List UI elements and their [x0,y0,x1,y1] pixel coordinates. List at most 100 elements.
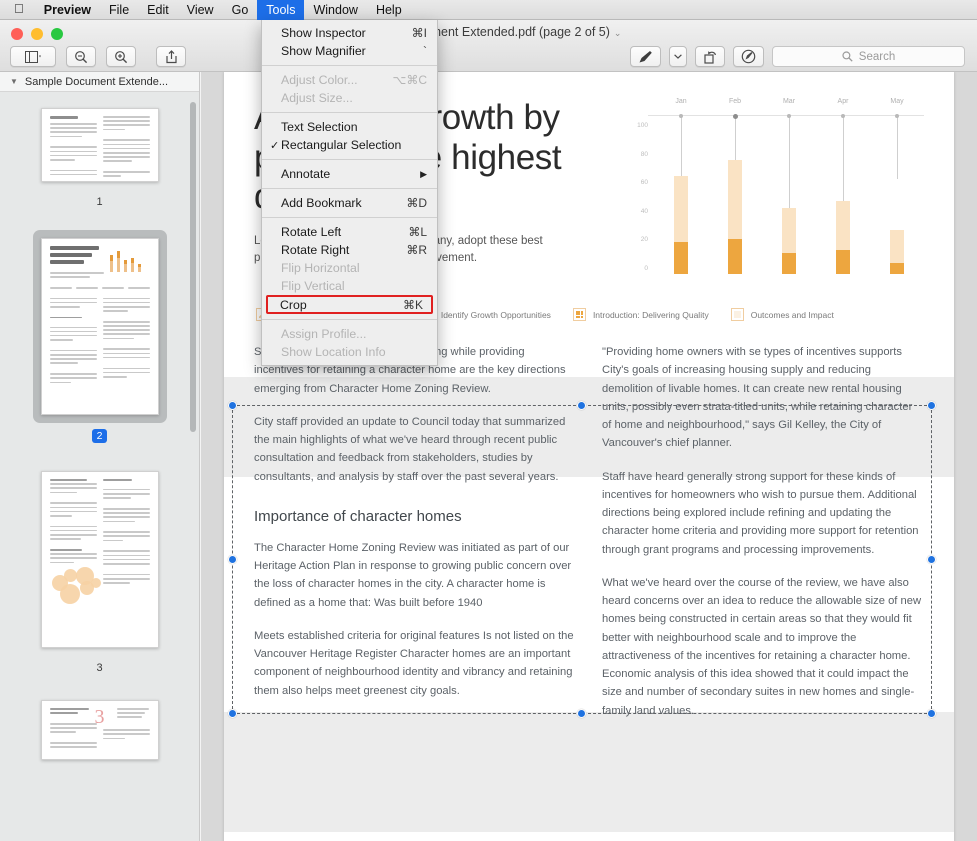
chart-bar-mar [762,114,816,274]
chart-stem-dot [732,113,738,119]
rectangular-selection-marquee[interactable] [228,401,936,718]
disclosure-triangle-icon[interactable]: ▼ [10,77,18,86]
menu-item-adjust-size: Adjust Size... [262,89,437,107]
chart-stem-dot [895,114,899,118]
menu-separator [262,319,437,320]
bar-chart: Jan Feb Mar Apr May 100 80 60 40 20 0 [624,98,924,278]
menu-item-tools[interactable]: Tools [257,0,305,20]
page-number-label: 1 [96,196,103,208]
menu-item-shortcut: ⌘I [411,26,427,40]
selection-handle-middle-left[interactable] [228,554,237,564]
chart-bar-may [870,114,924,274]
chart-bar-apr [816,114,870,274]
share-button[interactable] [156,46,186,67]
menu-item-show-inspector[interactable]: Show Inspector ⌘I [262,24,437,42]
menu-item-window[interactable]: Window [304,0,366,20]
thumbnail-item-1[interactable]: 1 [0,100,199,208]
section-chip-introduction[interactable]: Introduction: Delivering Quality [572,308,709,321]
page-number-label: 2 [91,429,108,443]
section-chip-outcomes[interactable]: Outcomes and Impact [730,308,834,321]
page-thumbnail-3[interactable] [40,471,159,648]
menu-item-label: Adjust Color... [281,73,358,87]
menu-item-label: Adjust Size... [281,91,353,105]
section-chip-label: Introduction: Delivering Quality [592,309,709,320]
chart-bar-fill [728,239,742,274]
menu-item-label: Flip Vertical [281,279,345,293]
chart-bar-fill [782,253,796,274]
chart-bar-fill [890,262,904,274]
section-chip-label: Outcomes and Impact [750,309,834,320]
menu-item-shortcut: ` [423,44,427,58]
menu-item-rectangular-selection[interactable]: ✓ Rectangular Selection [262,136,437,154]
selection-handle-top-right[interactable] [927,401,936,410]
x-tick-may: May [890,98,904,105]
thumbnail-bubble-chart [50,567,101,605]
chart-bar [890,229,904,274]
thumbnail-item-4[interactable]: 3 [0,692,199,768]
x-tick-apr: Apr [837,98,849,105]
page-thumbnail-2[interactable] [40,238,159,415]
search-icon [842,51,853,62]
selection-handle-bottom-left[interactable] [228,709,237,718]
apple-logo-icon[interactable]:  [0,2,35,15]
page-thumbnail-4[interactable]: 3 [40,700,159,760]
zoom-in-button[interactable] [106,46,136,67]
markup-button[interactable] [630,46,661,67]
sidebar-view-button[interactable] [10,46,56,67]
selection-handle-middle-right[interactable] [927,554,936,564]
thumbnail-selection-highlight [32,230,167,423]
chevron-down-icon[interactable]: ⌄ [614,28,622,38]
sidebar-scrollbar[interactable] [190,102,196,432]
chart-stem-dot [787,114,791,118]
thumbnail-list: 1 2 3 3 [0,92,199,768]
selection-handle-top-center[interactable] [577,401,586,410]
selection-handle-top-left[interactable] [228,401,237,410]
chart-bar [728,160,742,274]
menu-separator [262,159,437,160]
menu-item-file[interactable]: File [100,0,138,20]
toolbar-left-group [10,46,186,67]
chart-bar [674,176,688,274]
selection-handle-bottom-right[interactable] [927,709,936,718]
rotate-button[interactable] [695,46,725,67]
chart-plot-area [654,113,924,274]
menu-separator [262,112,437,113]
selection-handle-bottom-center[interactable] [577,709,586,718]
menu-separator [262,217,437,218]
menu-item-show-magnifier[interactable]: Show Magnifier ` [262,42,437,60]
x-tick-feb: Feb [728,98,742,105]
tools-dropdown-menu[interactable]: Show Inspector ⌘I Show Magnifier ` Adjust Co… [261,20,438,366]
search-input[interactable]: Search [772,46,965,67]
zoom-out-button[interactable] [66,46,96,67]
magnifier-minus-icon [75,50,88,63]
annotate-circle-icon [741,49,756,64]
four-square-grid-icon [572,308,586,321]
menu-item-edit[interactable]: Edit [138,0,178,20]
markup-dropdown-button[interactable] [669,46,687,67]
menu-item-rotate-left[interactable]: Rotate Left ⌘L [262,223,437,241]
menu-item-label: Rotate Left [281,225,342,239]
menu-item-help[interactable]: Help [367,0,411,20]
thumbnail-item-3[interactable]: 3 [0,463,199,674]
menu-item-label: Add Bookmark [281,196,362,210]
chart-bar-fill [674,242,688,274]
menu-item-text-selection[interactable]: Text Selection [262,118,437,136]
menu-item-shortcut: ⌥⌘C [392,73,428,87]
chart-stem [788,116,790,208]
sidebar-header[interactable]: ▼ Sample Document Extende... [0,72,199,92]
macos-menu-bar:  Preview File Edit View Go Tools Window… [0,0,977,20]
menu-item-go[interactable]: Go [223,0,258,20]
y-tick-80: 80 [640,150,648,158]
annotate-button[interactable] [733,46,764,67]
sidebar-icon [24,50,41,63]
menu-item-add-bookmark[interactable]: Add Bookmark ⌘D [262,194,437,212]
menu-item-rotate-right[interactable]: Rotate Right ⌘R [262,241,437,259]
page-thumbnail-1[interactable] [40,108,159,182]
menu-item-crop[interactable]: Crop ⌘K [266,295,433,314]
menu-item-view[interactable]: View [178,0,223,20]
menu-item-preview[interactable]: Preview [35,0,100,20]
chart-bar [836,201,850,274]
menu-item-annotate[interactable]: Annotate ▶ [262,165,437,183]
thumbnail-item-2[interactable]: 2 [0,230,199,443]
section-chip-growth[interactable]: Identify Growth Opportunities [420,308,551,321]
